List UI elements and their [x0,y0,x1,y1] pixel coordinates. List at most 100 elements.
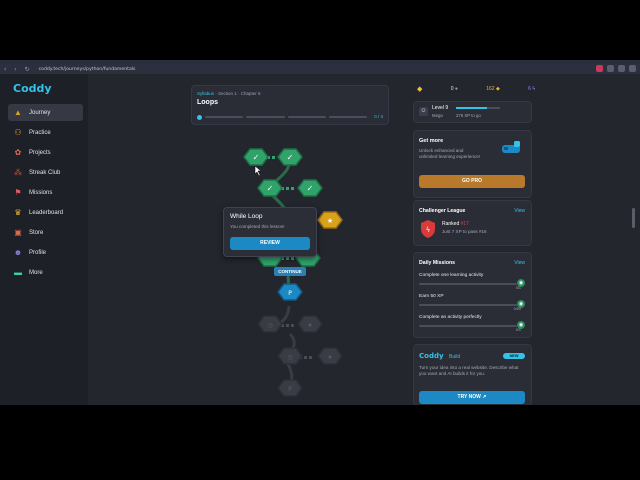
lesson-node-locked[interactable]: ◷ [257,315,283,333]
lesson-node-completed[interactable]: ✓ [277,148,303,166]
svg-text:✓: ✓ [287,153,294,162]
app-root: Coddy ▲ Journey ⚇ Practice ✿ Projects ⁂ … [0,74,640,405]
lesson-node-current[interactable]: P [277,283,303,301]
league-shield-icon: ϟ [421,220,435,238]
sidebar-item-journey[interactable]: ▲ Journey [8,104,83,121]
water-stat[interactable]: 0 ● [451,86,458,92]
continue-label[interactable]: CONTINUE [274,267,306,276]
lesson-node-completed[interactable]: ✓ [243,148,269,166]
mission-progress-bar [419,304,517,306]
sidebar-item-label: Missions [29,189,53,196]
go-pro-button[interactable]: GO PRO [419,175,525,188]
daily-missions-card: Daily Missions View Complete one learnin… [413,252,532,338]
level-progress-bar [456,107,500,109]
league-title: Challenger League [419,208,466,214]
journey-icon: ▲ [14,107,22,117]
water-drop-icon: ● [454,86,458,92]
lesson-node-locked[interactable]: ★ [297,315,323,333]
league-view-link[interactable]: View [514,208,525,214]
extension-icon[interactable] [607,65,614,72]
coddy-build-card: Coddy Build NEW Turn your idea into a re… [413,344,532,405]
mission-item[interactable]: Complete an activity perfectly ◉ 0/1 [419,315,525,332]
lesson-node-locked[interactable]: ◷ [277,347,303,365]
right-panel: ◆ 0 ● 162 ◆ 6 ϟ ☺ Level 9 Mega 276 XP to… [405,74,640,405]
mission-count: 0/1 [515,286,521,290]
browser-address-bar[interactable]: ‹ › ↻ coddy.tech/journeys/python/fundame… [0,64,640,74]
sidebar-item-label: Profile [29,249,47,256]
sidebar-item-label: Journey [29,109,51,116]
water-count: 0 [450,86,454,92]
svg-text:P: P [288,290,292,297]
mission-label: Complete an activity perfectly [419,315,482,320]
missions-view-link[interactable]: View [514,260,525,266]
sidebar-item-store[interactable]: ▣ Store [8,224,83,241]
mission-count: 0/1 [515,328,521,332]
url-text[interactable]: coddy.tech/journeys/python/fundamentals [39,67,136,72]
svg-text:P: P [288,386,292,393]
sidebar: Coddy ▲ Journey ⚇ Practice ✿ Projects ⁂ … [0,74,89,405]
store-icon: ▣ [14,227,22,237]
sidebar-item-streak-club[interactable]: ⁂ Streak Club [8,164,83,181]
coddy-build-logo: Coddy [419,352,444,360]
mission-label: Earn 50 XP [419,294,444,299]
svg-text:ϟ: ϟ [426,226,431,234]
rank-label: Ranked [442,221,460,227]
lesson-node-locked[interactable]: ★ [317,347,343,365]
menu-icon[interactable] [629,65,636,72]
journey-main: Syllabus · Section 1 · Chapter 6 Loops 0… [88,74,405,405]
svg-text:★: ★ [327,354,332,361]
extension-icon[interactable] [596,65,603,72]
sidebar-item-missions[interactable]: ⚑ Missions [8,184,83,201]
lesson-node-completed[interactable]: ✓ [257,179,283,197]
sidebar-item-label: Leaderboard [29,209,64,216]
review-button[interactable]: REVIEW [230,237,310,250]
sidebar-item-label: More [29,269,43,276]
browser-window: ‹ › ↻ coddy.tech/journeys/python/fundame… [0,60,640,405]
sidebar-item-leaderboard[interactable]: ♛ Leaderboard [8,204,83,221]
mission-count: 0/50 [513,307,521,311]
rank-value: #17 [460,221,469,227]
svg-text:✓: ✓ [253,153,260,162]
lesson-node-completed[interactable]: ✓ [297,179,323,197]
browser-extensions [596,65,636,72]
mission-label: Complete one learning activity [419,273,484,278]
mouse-cursor-icon [254,165,262,177]
league-desc: Just 7 XP to pass #16 [442,229,487,234]
python-course-icon[interactable]: ◆ [417,85,422,93]
practice-icon: ⚇ [14,127,22,137]
extension-icon[interactable] [618,65,625,72]
profile-icon: ☻ [13,247,23,257]
scrollbar[interactable] [632,208,635,228]
mission-item[interactable]: Earn 50 XP ◉ 0/50 [419,294,525,311]
get-more-desc: Unlock enhanced and unlimited learning e… [419,148,481,159]
popup-title: While Loop [230,213,263,220]
energy-stat[interactable]: 6 ϟ [528,86,535,92]
projects-icon: ✿ [14,147,22,157]
browser-nav-icons[interactable]: ‹ › ↻ [4,66,33,73]
pro-illustration-icon [502,141,520,153]
missions-title: Daily Missions [419,260,456,266]
stats-bar: ◆ 0 ● 162 ◆ 6 ϟ [417,84,535,94]
league-card: Challenger League View ϟ Ranked #17 Just… [413,200,532,246]
lesson-popup: While Loop You completed this lesson! RE… [223,207,317,257]
mission-item[interactable]: Complete one learning activity ◉ 0/1 [419,273,525,290]
try-now-button[interactable]: TRY NOW ↗ [419,391,525,404]
sidebar-item-projects[interactable]: ✿ Projects [8,144,83,161]
bonus-star-node[interactable]: ★ [317,211,343,229]
level-card[interactable]: ☺ Level 9 Mega 276 XP to go [413,101,532,123]
svg-text:◷: ◷ [287,354,292,361]
svg-text:◷: ◷ [267,322,272,329]
coddy-logo[interactable]: Coddy [13,82,52,95]
build-desc: Turn your idea into a real website. Desc… [419,365,519,376]
sidebar-item-more[interactable]: ▬ More [8,264,83,281]
coins-stat[interactable]: 162 ◆ [486,86,500,92]
sidebar-item-profile[interactable]: ☻ Profile [8,244,83,261]
sidebar-item-practice[interactable]: ⚇ Practice [8,124,83,141]
popup-desc: You completed this lesson! [230,224,285,229]
missions-icon: ⚑ [14,187,22,197]
lesson-node-locked[interactable]: P [277,379,303,397]
sidebar-item-label: Store [29,229,44,236]
streak-icon: ⁂ [14,167,22,177]
coins-count: 162 [486,86,495,92]
sidebar-item-label: Projects [29,149,51,156]
